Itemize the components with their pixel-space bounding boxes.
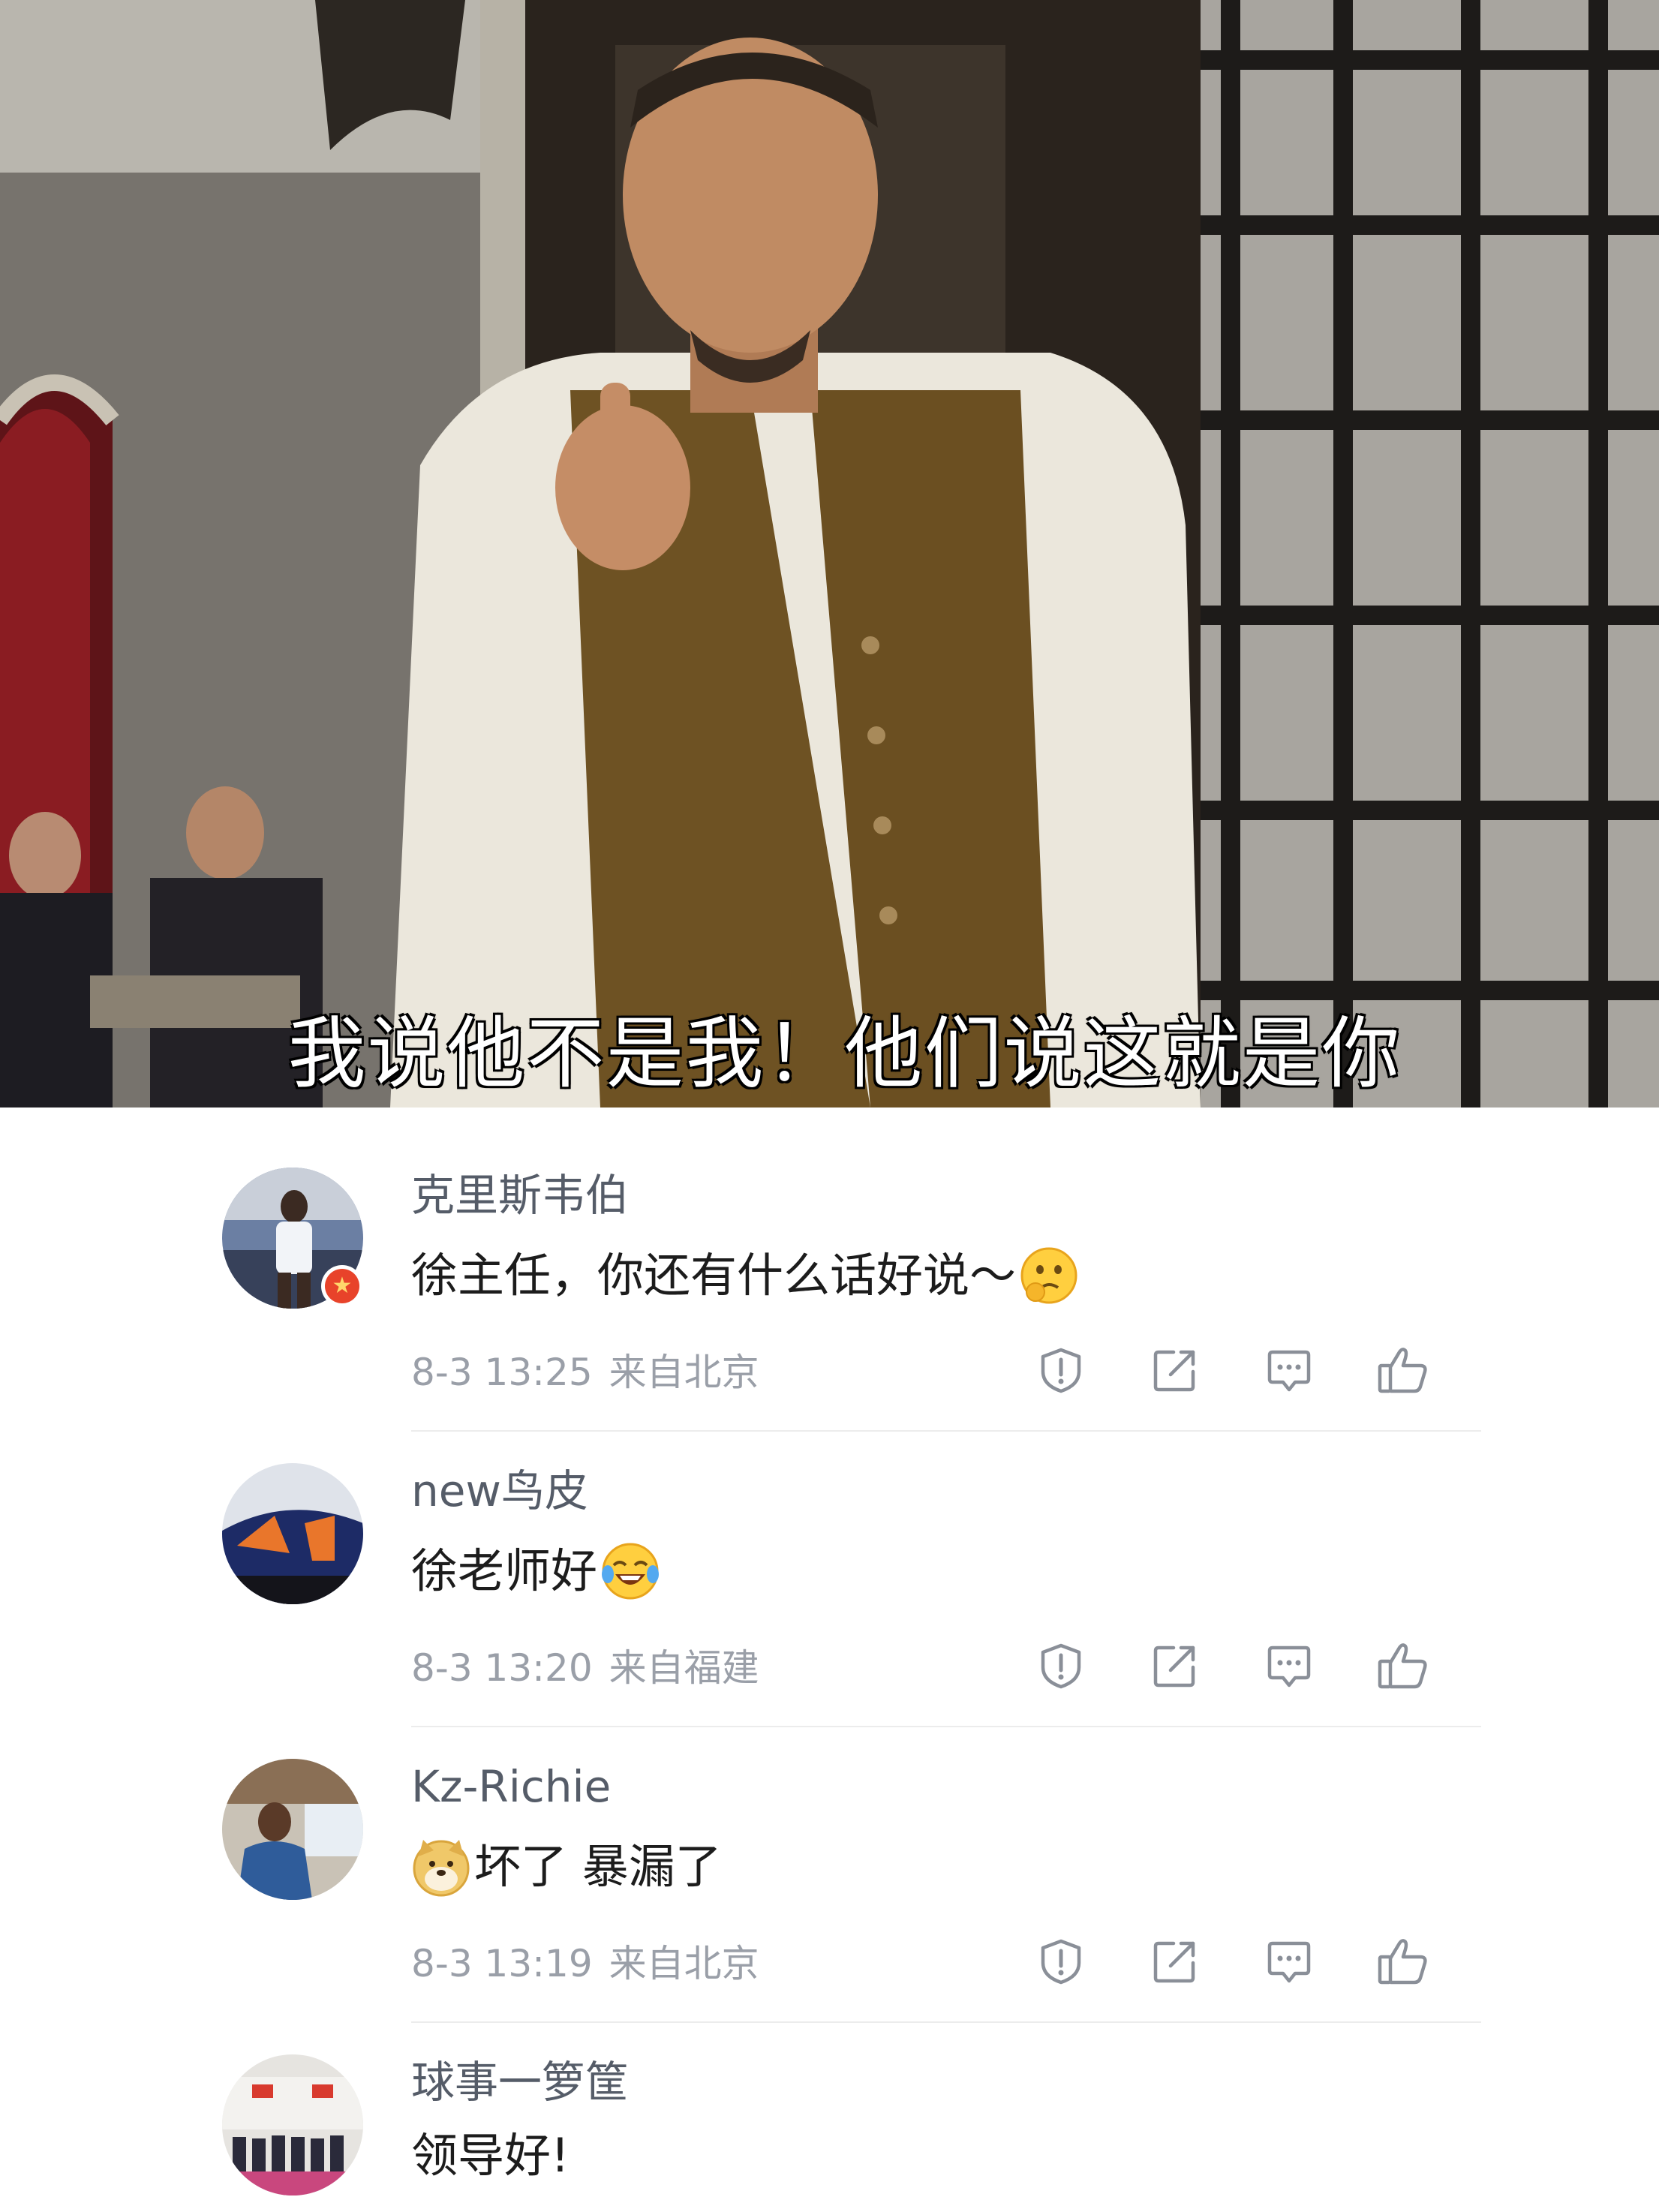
like-icon[interactable] — [1373, 1340, 1433, 1400]
verified-badge-icon: ★ — [321, 1265, 363, 1307]
comment-location: 来自福建 — [609, 1646, 759, 1690]
avatar[interactable] — [222, 1759, 363, 1900]
doge-emoji-icon — [411, 1837, 471, 1897]
thinking-emoji-icon — [1019, 1246, 1079, 1306]
comment-meta: 8-3 13:19 来自北京 — [411, 1945, 759, 1982]
reply-icon[interactable] — [1259, 1340, 1319, 1400]
comment-item: Kz-Richie 坏了 暴漏了 8-3 13:19 来自北京 — [0, 1699, 1659, 2023]
repost-icon[interactable] — [1145, 1931, 1205, 1991]
comment-text: 徐主任，你还有什么话好说～ — [411, 1246, 1082, 1306]
comment-username[interactable]: Kz-Richie — [411, 1765, 611, 1808]
repost-icon[interactable] — [1145, 1636, 1205, 1696]
comment-time: 8-3 13:25 — [411, 1351, 593, 1394]
tears-of-joy-emoji-icon — [600, 1541, 660, 1601]
report-icon[interactable] — [1031, 1340, 1091, 1400]
report-icon[interactable] — [1031, 1931, 1091, 1991]
comment-item: ★ 克里斯韦伯 徐主任，你还有什么话好说～ 8-3 13:25 来自北京 — [0, 1108, 1659, 1432]
reply-icon[interactable] — [1259, 1931, 1319, 1991]
comment-text: 领导好! — [411, 2128, 570, 2183]
video-still-art — [0, 0, 1659, 1108]
comment-text: 徐老师好 — [411, 1541, 663, 1601]
video-still[interactable]: 我说他不是我！他们说这就是你 — [0, 0, 1659, 1108]
comment-item: 球事一箩筐 领导好! — [0, 1994, 1659, 2212]
repost-icon[interactable] — [1145, 1340, 1205, 1400]
comment-location: 来自北京 — [609, 1942, 759, 1985]
video-subtitle: 我说他不是我！他们说这就是你 — [287, 1008, 1402, 1099]
comment-item: new鸟皮 徐老师好 8-3 13:20 来自福建 — [0, 1403, 1659, 1727]
comment-username[interactable]: 球事一箩筐 — [411, 2060, 629, 2104]
avatar[interactable] — [222, 2054, 363, 2195]
reply-icon[interactable] — [1259, 1636, 1319, 1696]
like-icon[interactable] — [1373, 1931, 1433, 1991]
comment-time: 8-3 13:20 — [411, 1646, 593, 1690]
comment-username[interactable]: new鸟皮 — [411, 1469, 588, 1513]
avatar[interactable] — [222, 1463, 363, 1604]
report-icon[interactable] — [1031, 1636, 1091, 1696]
like-icon[interactable] — [1373, 1636, 1433, 1696]
comment-location: 来自北京 — [609, 1351, 759, 1394]
comment-meta: 8-3 13:20 来自福建 — [411, 1649, 759, 1687]
comment-time: 8-3 13:19 — [411, 1942, 593, 1985]
comment-text: 坏了 暴漏了 — [411, 1837, 722, 1897]
comment-meta: 8-3 13:25 来自北京 — [411, 1354, 759, 1391]
comment-username[interactable]: 克里斯韦伯 — [411, 1174, 629, 1217]
